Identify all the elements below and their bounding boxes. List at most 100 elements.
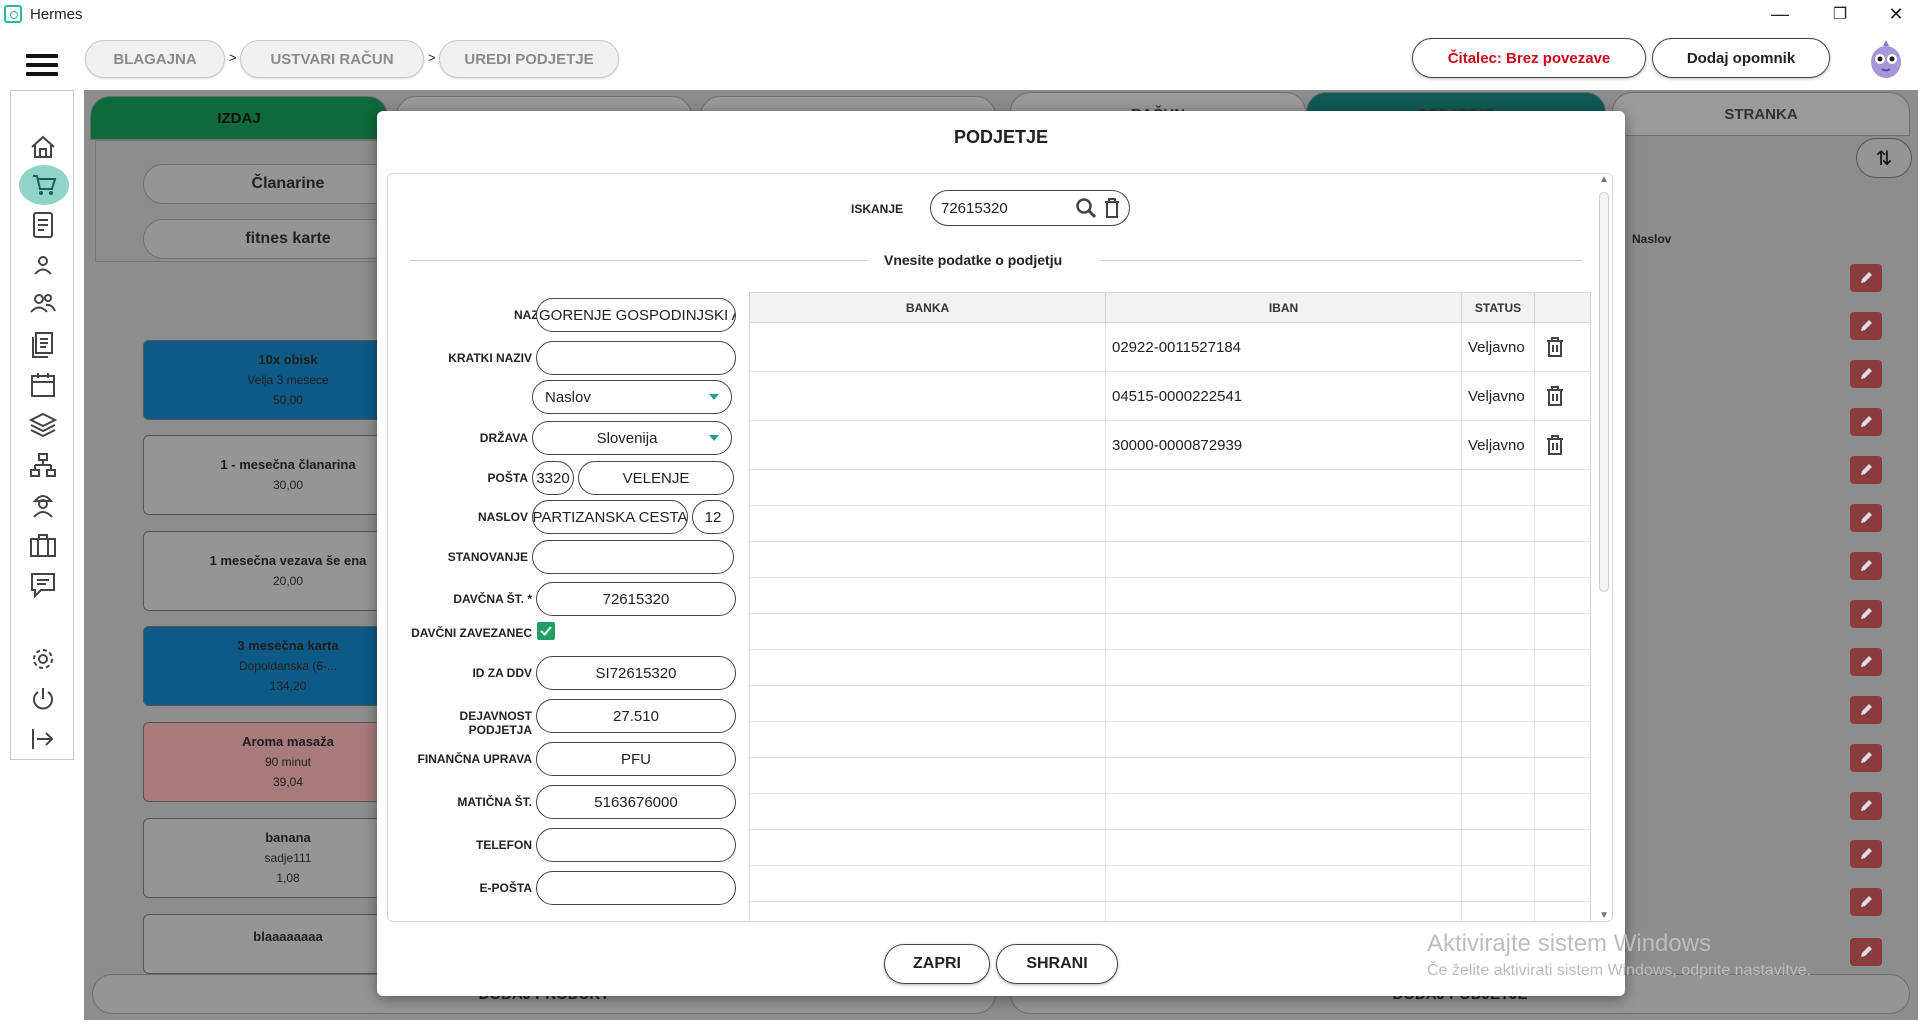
invoice-icon[interactable] (27, 209, 59, 241)
vertical-scrollbar[interactable]: ▲ ▼ (1596, 174, 1612, 921)
cell-iban: 02922-0011527184 (1106, 323, 1462, 371)
edit-pencil-icon[interactable] (1850, 552, 1882, 580)
close-window-button[interactable]: ✕ (1868, 0, 1918, 28)
empty-row (750, 722, 1590, 758)
section-title: Vnesite podatke o podjetju (878, 252, 1069, 268)
table-row[interactable]: 02922-0011527184 Veljavno (750, 323, 1590, 372)
checkmark-icon (540, 626, 552, 636)
breadcrumb-ustvari-racun[interactable]: USTVARI RAČUN (240, 40, 424, 78)
company-dialog: PODJETJE ISKANJE 72615320 Vnesite podatk… (377, 111, 1625, 996)
ddv-field[interactable]: SI72615320 (536, 656, 736, 690)
scrollbar-thumb[interactable] (1599, 192, 1609, 592)
postal-code-field[interactable]: 3320 (532, 461, 574, 495)
chevron-down-icon (709, 394, 719, 400)
scroll-down-icon[interactable]: ▼ (1599, 910, 1609, 921)
edit-pencil-icon[interactable] (1850, 888, 1882, 916)
dejavnost-label: DEJAVNOST PODJETJA (459, 709, 532, 737)
sort-toggle-icon[interactable]: ⇅ (1856, 138, 1912, 178)
hierarchy-icon[interactable] (27, 449, 59, 481)
financna-uprava-label: FINANČNA UPRAVA (417, 752, 532, 766)
cell-iban: 30000-0000872939 (1106, 421, 1462, 469)
edit-pencil-icon[interactable] (1850, 360, 1882, 388)
delete-trash-icon[interactable] (1545, 384, 1565, 408)
reader-status-button[interactable]: Čitalec: Brez povezave (1412, 38, 1646, 78)
add-reminder-button[interactable]: Dodaj opomnik (1652, 38, 1830, 78)
minimize-button[interactable]: — (1752, 0, 1808, 28)
delete-trash-icon[interactable] (1545, 433, 1565, 457)
empty-row (750, 650, 1590, 686)
edit-pencil-icon[interactable] (1850, 696, 1882, 724)
edit-pencil-icon[interactable] (1850, 792, 1882, 820)
search-icon[interactable] (1075, 197, 1097, 219)
search-input[interactable]: 72615320 (941, 200, 1075, 217)
breadcrumb-uredi-podjetje[interactable]: UREDI PODJETJE (439, 40, 619, 78)
edit-pencil-icon[interactable] (1850, 456, 1882, 484)
breadcrumb-separator: > (428, 50, 436, 65)
worker-icon[interactable] (27, 489, 59, 521)
empty-row (750, 470, 1590, 506)
telefon-label: TELEFON (476, 838, 532, 852)
edit-pencil-icon[interactable] (1850, 840, 1882, 868)
eposta-field[interactable] (536, 871, 736, 905)
save-button[interactable]: SHRANI (996, 944, 1118, 984)
chat-icon[interactable] (27, 569, 59, 601)
kratki-naziv-field[interactable] (536, 341, 736, 375)
cell-status: Veljavno (1462, 421, 1535, 469)
edit-pencil-icon[interactable] (1850, 504, 1882, 532)
house-number-field[interactable]: 12 (692, 500, 734, 534)
posta-label: POŠTA (487, 471, 528, 485)
edit-pencil-icon[interactable] (1850, 408, 1882, 436)
home-icon[interactable] (27, 131, 59, 163)
address-type-select[interactable]: Naslov (532, 380, 732, 414)
tab-stranka[interactable]: STRANKA (1612, 92, 1910, 136)
reader-status-label: Čitalec: Brez povezave (1447, 49, 1611, 67)
drzava-select[interactable]: Slovenija (532, 421, 732, 455)
logout-icon[interactable] (27, 723, 59, 755)
calendar-icon[interactable] (27, 369, 59, 401)
telefon-field[interactable] (536, 828, 736, 862)
hamburger-menu-icon[interactable] (26, 54, 58, 76)
empty-row (750, 578, 1590, 614)
cell-status: Veljavno (1462, 372, 1535, 420)
edit-pencil-icon[interactable] (1850, 648, 1882, 676)
cart-icon[interactable] (19, 165, 69, 205)
user-icon[interactable] (27, 249, 59, 281)
street-field[interactable]: PARTIZANSKA CESTA (532, 500, 688, 534)
maticna-field[interactable]: 5163676000 (536, 785, 736, 819)
dejavnost-field[interactable]: 27.510 (536, 699, 736, 733)
power-icon[interactable] (27, 683, 59, 715)
search-field[interactable]: 72615320 (930, 190, 1130, 226)
tab-izdaj[interactable]: IZDAJ (90, 96, 388, 140)
naziv-field[interactable]: GORENJE GOSPODINJSKI APARATI (536, 298, 736, 332)
documents-icon[interactable] (27, 329, 59, 361)
edit-pencil-icon[interactable] (1850, 600, 1882, 628)
settings-gear-icon[interactable] (27, 643, 59, 675)
user-avatar-icon[interactable] (1866, 38, 1906, 80)
users-icon[interactable] (27, 287, 59, 319)
financna-uprava-field[interactable]: PFU (536, 742, 736, 776)
column-header-status: STATUS (1462, 293, 1535, 323)
layers-icon[interactable] (27, 409, 59, 441)
edit-pencil-icon[interactable] (1850, 938, 1882, 966)
breadcrumb-blagajna[interactable]: BLAGAJNA (85, 40, 225, 78)
stanovanje-field[interactable] (532, 540, 734, 574)
edit-pencil-icon[interactable] (1850, 312, 1882, 340)
empty-row (750, 866, 1590, 902)
drzava-label: DRŽAVA (479, 431, 528, 445)
davcni-zavezanec-label: DAVČNI ZAVEZANEC (411, 626, 532, 640)
edit-pencil-icon[interactable] (1850, 264, 1882, 292)
edit-pencil-icon[interactable] (1850, 744, 1882, 772)
postal-city-field[interactable]: VELENJE (578, 461, 734, 495)
close-button[interactable]: ZAPRI (884, 944, 990, 984)
davcna-field[interactable]: 72615320 (536, 582, 736, 616)
briefcase-icon[interactable] (27, 529, 59, 561)
davcni-zavezanec-checkbox[interactable] (537, 622, 555, 640)
delete-trash-icon[interactable] (1545, 335, 1565, 359)
clear-trash-icon[interactable] (1103, 197, 1121, 219)
scroll-up-icon[interactable]: ▲ (1599, 174, 1609, 185)
section-divider (1100, 260, 1582, 261)
table-row[interactable]: 04515-0000222541 Veljavno (750, 372, 1590, 421)
restore-button[interactable]: ❐ (1812, 0, 1868, 28)
cell-banka (750, 372, 1106, 420)
table-row[interactable]: 30000-0000872939 Veljavno (750, 421, 1590, 470)
